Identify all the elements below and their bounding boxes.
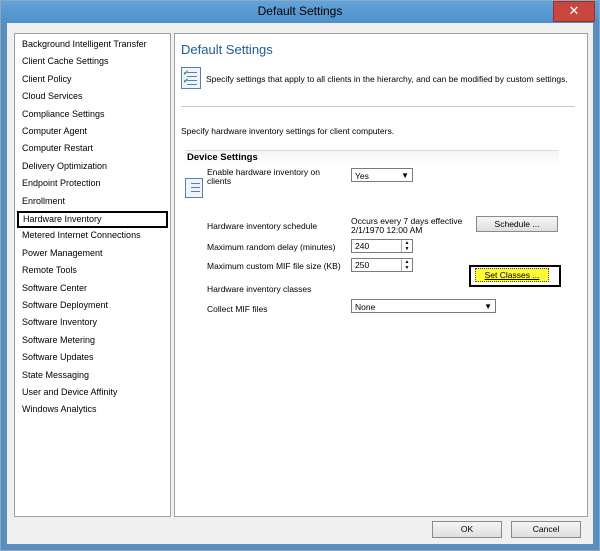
sidebar-item-cloud-services[interactable]: Cloud Services [18, 89, 165, 104]
collect-mif-value: None [355, 302, 376, 312]
schedule-description: Occurs every 7 days effective 2/1/1970 1… [351, 217, 462, 235]
sidebar-item-client-cache-settings[interactable]: Client Cache Settings [18, 54, 165, 69]
sidebar-item-software-updates[interactable]: Software Updates [18, 350, 165, 365]
page-title: Default Settings [181, 42, 273, 57]
sidebar-item-software-center[interactable]: Software Center [18, 281, 165, 296]
chevron-down-icon: ▼ [484, 302, 492, 311]
sidebar-item-remote-tools[interactable]: Remote Tools [18, 263, 165, 278]
intro-text: Specify settings that apply to all clien… [206, 74, 568, 84]
device-settings-icon [185, 178, 203, 198]
sidebar-item-background-intelligent-transfer[interactable]: Background Intelligent Transfer [18, 37, 165, 52]
device-settings-header: Device Settings [185, 150, 559, 165]
settings-document-icon: ✔ ✔ [181, 67, 201, 89]
inventory-classes-label: Hardware inventory classes [207, 284, 312, 294]
enable-inventory-label: Enable hardware inventory on clients [207, 167, 320, 186]
sidebar-item-metered-internet-connections[interactable]: Metered Internet Connections [18, 228, 165, 243]
sidebar-item-computer-agent[interactable]: Computer Agent [18, 124, 165, 139]
sidebar-item-software-inventory[interactable]: Software Inventory [18, 315, 165, 330]
stepper-down-icon[interactable]: ▼ [402, 246, 412, 252]
random-delay-value: 240 [355, 241, 370, 251]
dialog-body: Background Intelligent Transfer Client Ca… [7, 23, 593, 544]
schedule-line-2: 2/1/1970 12:00 AM [351, 225, 423, 235]
window-title: Default Settings [257, 4, 343, 18]
mif-size-value: 250 [355, 260, 370, 270]
sidebar-item-endpoint-protection[interactable]: Endpoint Protection [18, 176, 165, 191]
sidebar-item-software-deployment[interactable]: Software Deployment [18, 298, 165, 313]
set-classes-button[interactable]: Set Classes ... [475, 268, 549, 282]
random-delay-label: Maximum random delay (minutes) [207, 242, 336, 252]
schedule-label: Hardware inventory schedule [207, 221, 318, 231]
chevron-down-icon: ▼ [401, 171, 409, 180]
sidebar-item-state-messaging[interactable]: State Messaging [18, 368, 165, 383]
sidebar-item-hardware-inventory[interactable]: Hardware Inventory [17, 211, 168, 228]
schedule-button[interactable]: Schedule ... [476, 216, 558, 232]
sidebar-item-windows-analytics[interactable]: Windows Analytics [18, 402, 165, 417]
sidebar-item-power-management[interactable]: Power Management [18, 246, 165, 261]
sidebar-item-delivery-optimization[interactable]: Delivery Optimization [18, 159, 165, 174]
mif-size-label: Maximum custom MIF file size (KB) [207, 261, 341, 271]
close-button[interactable]: ✕ [553, 1, 595, 22]
sidebar-item-computer-restart[interactable]: Computer Restart [18, 141, 165, 156]
settings-sidebar: Background Intelligent Transfer Client Ca… [14, 33, 171, 517]
stepper-down-icon[interactable]: ▼ [402, 265, 412, 271]
cancel-button[interactable]: Cancel [511, 521, 581, 538]
collect-mif-label: Collect MIF files [207, 304, 268, 314]
sidebar-item-compliance-settings[interactable]: Compliance Settings [18, 107, 165, 122]
title-bar: Default Settings ✕ [1, 1, 599, 23]
sidebar-item-client-policy[interactable]: Client Policy [18, 72, 165, 87]
mif-size-stepper[interactable]: 250 ▲ ▼ [351, 258, 413, 272]
enable-inventory-value: Yes [355, 171, 369, 181]
dialog-window: Default Settings ✕ Background Intelligen… [0, 0, 600, 551]
hardware-inventory-description: Specify hardware inventory settings for … [181, 126, 395, 136]
enable-inventory-select[interactable]: Yes ▼ [351, 168, 413, 182]
sidebar-item-enrollment[interactable]: Enrollment [18, 194, 165, 209]
collect-mif-select[interactable]: None ▼ [351, 299, 496, 313]
ok-button[interactable]: OK [432, 521, 502, 538]
sidebar-item-user-and-device-affinity[interactable]: User and Device Affinity [18, 385, 165, 400]
random-delay-stepper[interactable]: 240 ▲ ▼ [351, 239, 413, 253]
divider [181, 106, 575, 107]
settings-panel: Default Settings ✔ ✔ Specify settings th… [174, 33, 588, 517]
sidebar-item-software-metering[interactable]: Software Metering [18, 333, 165, 348]
